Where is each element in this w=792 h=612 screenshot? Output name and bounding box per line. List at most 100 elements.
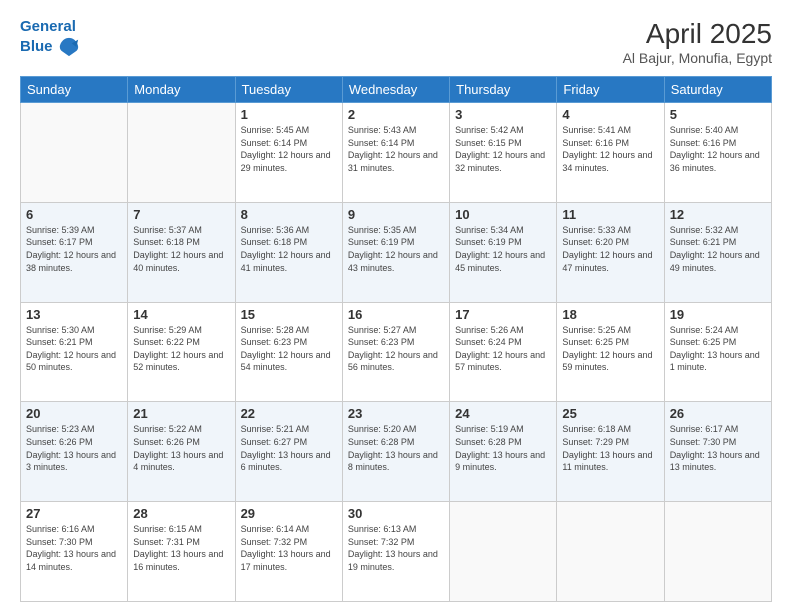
day-number: 9 bbox=[348, 207, 444, 222]
day-info: Sunrise: 5:34 AMSunset: 6:19 PMDaylight:… bbox=[455, 224, 551, 274]
title-block: April 2025 Al Bajur, Monufia, Egypt bbox=[623, 18, 772, 66]
day-info: Sunrise: 5:26 AMSunset: 6:24 PMDaylight:… bbox=[455, 324, 551, 374]
calendar-cell: 2Sunrise: 5:43 AMSunset: 6:14 PMDaylight… bbox=[342, 103, 449, 203]
logo-text-line1: General bbox=[20, 18, 80, 36]
calendar-cell: 20 Sunrise: 5:23 AMSunset: 6:26 PMDayligh… bbox=[21, 402, 128, 502]
day-info: Sunrise: 5:35 AMSunset: 6:19 PMDaylight:… bbox=[348, 224, 444, 274]
calendar-cell: 4Sunrise: 5:41 AMSunset: 6:16 PMDaylight… bbox=[557, 103, 664, 203]
day-number: 20 bbox=[26, 406, 122, 421]
calendar-cell: 19 Sunrise: 5:24 AMSunset: 6:25 PMDayligh… bbox=[664, 302, 771, 402]
day-number: 21 bbox=[133, 406, 229, 421]
day-number: 3 bbox=[455, 107, 551, 122]
calendar-cell: 13Sunrise: 5:30 AMSunset: 6:21 PMDayligh… bbox=[21, 302, 128, 402]
day-number: 11 bbox=[562, 207, 658, 222]
day-number: 23 bbox=[348, 406, 444, 421]
day-info: Sunrise: 6:15 AMSunset: 7:31 PMDaylight:… bbox=[133, 523, 229, 573]
day-number: 30 bbox=[348, 506, 444, 521]
calendar-cell: 30 Sunrise: 6:13 AMSunset: 7:32 PMDayligh… bbox=[342, 502, 449, 602]
day-number: 8 bbox=[241, 207, 337, 222]
day-number: 24 bbox=[455, 406, 551, 421]
day-info: Sunrise: 5:32 AMSunset: 6:21 PMDaylight:… bbox=[670, 224, 766, 274]
calendar-cell: 9 Sunrise: 5:35 AMSunset: 6:19 PMDaylight… bbox=[342, 202, 449, 302]
calendar-row-3: 20 Sunrise: 5:23 AMSunset: 6:26 PMDayligh… bbox=[21, 402, 772, 502]
calendar-cell: 6 Sunrise: 5:39 AMSunset: 6:17 PMDaylight… bbox=[21, 202, 128, 302]
day-number: 27 bbox=[26, 506, 122, 521]
day-info: Sunrise: 5:21 AMSunset: 6:27 PMDaylight:… bbox=[241, 423, 337, 473]
day-info: Sunrise: 5:37 AMSunset: 6:18 PMDaylight:… bbox=[133, 224, 229, 274]
day-number: 13 bbox=[26, 307, 122, 322]
day-number: 19 bbox=[670, 307, 766, 322]
calendar-cell: 24Sunrise: 5:19 AMSunset: 6:28 PMDayligh… bbox=[450, 402, 557, 502]
calendar-cell: 11 Sunrise: 5:33 AMSunset: 6:20 PMDayligh… bbox=[557, 202, 664, 302]
day-info: Sunrise: 5:39 AMSunset: 6:17 PMDaylight:… bbox=[26, 224, 122, 274]
calendar-cell bbox=[21, 103, 128, 203]
day-info: Sunrise: 5:28 AMSunset: 6:23 PMDaylight:… bbox=[241, 324, 337, 374]
header-monday: Monday bbox=[128, 77, 235, 103]
calendar-row-0: 1 Sunrise: 5:45 AMSunset: 6:14 PMDaylight… bbox=[21, 103, 772, 203]
day-info: Sunrise: 5:22 AMSunset: 6:26 PMDaylight:… bbox=[133, 423, 229, 473]
day-number: 6 bbox=[26, 207, 122, 222]
calendar-cell: 29Sunrise: 6:14 AMSunset: 7:32 PMDayligh… bbox=[235, 502, 342, 602]
day-info: Sunrise: 6:13 AMSunset: 7:32 PMDaylight:… bbox=[348, 523, 444, 573]
calendar-cell: 22Sunrise: 5:21 AMSunset: 6:27 PMDayligh… bbox=[235, 402, 342, 502]
calendar-cell: 1 Sunrise: 5:45 AMSunset: 6:14 PMDaylight… bbox=[235, 103, 342, 203]
calendar-cell: 16Sunrise: 5:27 AMSunset: 6:23 PMDayligh… bbox=[342, 302, 449, 402]
day-info: Sunrise: 5:29 AMSunset: 6:22 PMDaylight:… bbox=[133, 324, 229, 374]
day-number: 1 bbox=[241, 107, 337, 122]
day-number: 12 bbox=[670, 207, 766, 222]
day-number: 16 bbox=[348, 307, 444, 322]
calendar-cell: 10 Sunrise: 5:34 AMSunset: 6:19 PMDayligh… bbox=[450, 202, 557, 302]
logo-icon bbox=[58, 36, 80, 58]
day-number: 14 bbox=[133, 307, 229, 322]
day-info: Sunrise: 5:40 AMSunset: 6:16 PMDaylight:… bbox=[670, 124, 766, 174]
day-number: 7 bbox=[133, 207, 229, 222]
calendar-table: Sunday Monday Tuesday Wednesday Thursday… bbox=[20, 76, 772, 602]
calendar-cell bbox=[128, 103, 235, 203]
calendar-cell: 3Sunrise: 5:42 AMSunset: 6:15 PMDaylight… bbox=[450, 103, 557, 203]
day-info: Sunrise: 6:17 AMSunset: 7:30 PMDaylight:… bbox=[670, 423, 766, 473]
day-info: Sunrise: 5:33 AMSunset: 6:20 PMDaylight:… bbox=[562, 224, 658, 274]
day-info: Sunrise: 5:36 AMSunset: 6:18 PMDaylight:… bbox=[241, 224, 337, 274]
header-saturday: Saturday bbox=[664, 77, 771, 103]
calendar-cell bbox=[557, 502, 664, 602]
day-number: 10 bbox=[455, 207, 551, 222]
day-info: Sunrise: 5:23 AMSunset: 6:26 PMDaylight:… bbox=[26, 423, 122, 473]
calendar-row-4: 27 Sunrise: 6:16 AMSunset: 7:30 PMDayligh… bbox=[21, 502, 772, 602]
calendar-cell: 14 Sunrise: 5:29 AMSunset: 6:22 PMDayligh… bbox=[128, 302, 235, 402]
header-wednesday: Wednesday bbox=[342, 77, 449, 103]
header-friday: Friday bbox=[557, 77, 664, 103]
logo-text-line2: Blue bbox=[20, 38, 53, 56]
day-number: 5 bbox=[670, 107, 766, 122]
day-info: Sunrise: 5:43 AMSunset: 6:14 PMDaylight:… bbox=[348, 124, 444, 174]
calendar-cell: 12 Sunrise: 5:32 AMSunset: 6:21 PMDayligh… bbox=[664, 202, 771, 302]
page-header: General Blue April 2025 Al Bajur, Monufi… bbox=[20, 18, 772, 66]
calendar-cell: 28 Sunrise: 6:15 AMSunset: 7:31 PMDayligh… bbox=[128, 502, 235, 602]
day-number: 18 bbox=[562, 307, 658, 322]
logo: General Blue bbox=[20, 18, 80, 58]
calendar-cell: 26Sunrise: 6:17 AMSunset: 7:30 PMDayligh… bbox=[664, 402, 771, 502]
header-tuesday: Tuesday bbox=[235, 77, 342, 103]
calendar-cell: 7 Sunrise: 5:37 AMSunset: 6:18 PMDaylight… bbox=[128, 202, 235, 302]
calendar-row-1: 6 Sunrise: 5:39 AMSunset: 6:17 PMDaylight… bbox=[21, 202, 772, 302]
day-info: Sunrise: 5:45 AMSunset: 6:14 PMDaylight:… bbox=[241, 124, 337, 174]
day-number: 28 bbox=[133, 506, 229, 521]
day-info: Sunrise: 6:16 AMSunset: 7:30 PMDaylight:… bbox=[26, 523, 122, 573]
calendar-page: General Blue April 2025 Al Bajur, Monufi… bbox=[0, 0, 792, 612]
day-number: 25 bbox=[562, 406, 658, 421]
calendar-cell: 15 Sunrise: 5:28 AMSunset: 6:23 PMDayligh… bbox=[235, 302, 342, 402]
calendar-cell: 27 Sunrise: 6:16 AMSunset: 7:30 PMDayligh… bbox=[21, 502, 128, 602]
day-info: Sunrise: 5:41 AMSunset: 6:16 PMDaylight:… bbox=[562, 124, 658, 174]
header-thursday: Thursday bbox=[450, 77, 557, 103]
day-info: Sunrise: 5:20 AMSunset: 6:28 PMDaylight:… bbox=[348, 423, 444, 473]
calendar-cell: 25Sunrise: 6:18 AMSunset: 7:29 PMDayligh… bbox=[557, 402, 664, 502]
main-title: April 2025 bbox=[623, 18, 772, 50]
header-sunday: Sunday bbox=[21, 77, 128, 103]
calendar-cell: 8 Sunrise: 5:36 AMSunset: 6:18 PMDaylight… bbox=[235, 202, 342, 302]
day-number: 15 bbox=[241, 307, 337, 322]
calendar-cell: 5 Sunrise: 5:40 AMSunset: 6:16 PMDaylight… bbox=[664, 103, 771, 203]
day-info: Sunrise: 5:25 AMSunset: 6:25 PMDaylight:… bbox=[562, 324, 658, 374]
calendar-cell: 17Sunrise: 5:26 AMSunset: 6:24 PMDayligh… bbox=[450, 302, 557, 402]
weekday-header-row: Sunday Monday Tuesday Wednesday Thursday… bbox=[21, 77, 772, 103]
day-info: Sunrise: 5:24 AMSunset: 6:25 PMDaylight:… bbox=[670, 324, 766, 374]
calendar-cell: 18 Sunrise: 5:25 AMSunset: 6:25 PMDayligh… bbox=[557, 302, 664, 402]
